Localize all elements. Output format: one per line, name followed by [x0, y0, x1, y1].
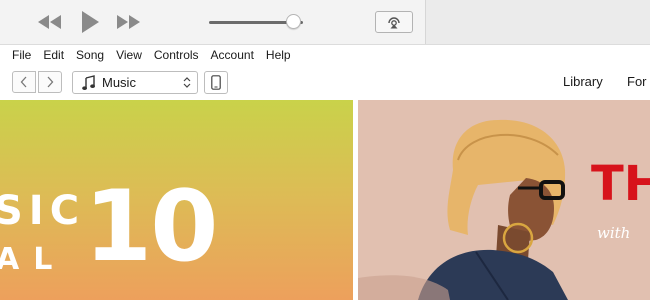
- media-kind-selector[interactable]: Music: [72, 71, 198, 94]
- banner-title: TH: [591, 156, 650, 212]
- iphone-icon: [211, 75, 221, 90]
- menu-controls[interactable]: Controls: [148, 45, 205, 66]
- back-button[interactable]: [12, 71, 36, 93]
- next-track-button[interactable]: [114, 12, 142, 32]
- chevron-right-icon: [47, 76, 54, 88]
- menu-song[interactable]: Song: [70, 45, 110, 66]
- fast-forward-icon: [117, 15, 140, 29]
- tab-library[interactable]: Library: [563, 74, 603, 89]
- banner-text-line1: SIC: [0, 188, 86, 234]
- forward-button[interactable]: [38, 71, 62, 93]
- music-note-icon: [82, 74, 95, 90]
- play-icon: [82, 11, 99, 33]
- banner-big-number: 10: [84, 170, 218, 284]
- navigation-bar: Music Library For: [0, 66, 650, 101]
- play-button[interactable]: [76, 10, 104, 34]
- menu-edit[interactable]: Edit: [37, 45, 70, 66]
- menu-bar: File Edit Song View Controls Account Hel…: [0, 45, 650, 66]
- lcd-display: [425, 0, 650, 44]
- tab-for-you[interactable]: For: [627, 74, 647, 89]
- featured-banner-left[interactable]: SIC AL 10: [0, 100, 353, 300]
- content-area: SIC AL 10 TH with: [0, 100, 650, 300]
- rewind-icon: [38, 15, 61, 29]
- chevron-left-icon: [20, 76, 27, 88]
- airplay-icon: [388, 17, 400, 29]
- banner-text-line2: AL: [0, 242, 67, 277]
- media-kind-label: Music: [102, 75, 136, 90]
- updown-chevron-icon: [183, 77, 191, 88]
- transport-bar: [0, 0, 650, 45]
- menu-view[interactable]: View: [110, 45, 148, 66]
- device-button[interactable]: [204, 71, 228, 94]
- menu-file[interactable]: File: [0, 45, 37, 66]
- previous-track-button[interactable]: [36, 12, 64, 32]
- featured-banner-right[interactable]: TH with: [358, 100, 650, 300]
- banner-subtitle: with: [597, 224, 631, 242]
- volume-slider-knob[interactable]: [286, 14, 302, 29]
- menu-help[interactable]: Help: [260, 45, 297, 66]
- airplay-button[interactable]: [375, 11, 413, 33]
- menu-account[interactable]: Account: [205, 45, 260, 66]
